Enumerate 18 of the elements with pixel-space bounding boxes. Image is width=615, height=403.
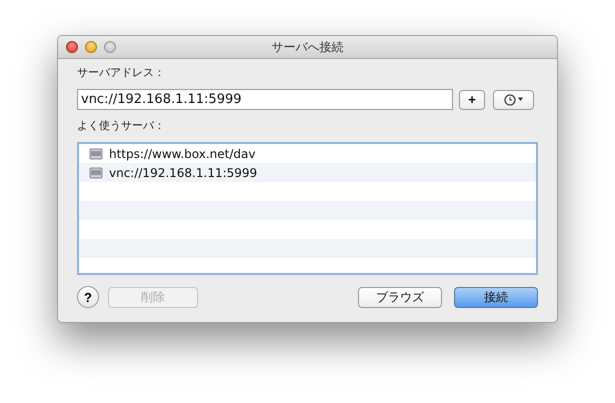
clock-icon [502,94,524,106]
close-button[interactable] [66,41,78,53]
server-list-item[interactable]: https://www.box.net/dav [79,144,536,163]
window-title: サーバへ接続 [272,38,344,56]
server-list-item[interactable]: vnc://192.168.1.11:5999 [79,163,536,182]
server-address-field[interactable]: vnc://192.168.1.11:5999 [77,89,453,110]
server-address: vnc://192.168.1.11:5999 [109,166,258,180]
dialog-button[interactable]: ブラウズ [358,286,442,308]
history-menu-button[interactable] [493,90,534,110]
add-button[interactable]: + [459,90,485,110]
server-icon [89,166,103,178]
server-icon [89,148,103,160]
dialog-button[interactable]: 接続 [454,286,538,308]
list-label: よく使うサーバ： [77,118,165,133]
server-address: https://www.box.net/dav [109,146,256,160]
minimize-button[interactable] [85,41,97,53]
help-button[interactable]: ? [77,286,99,308]
field-label: サーバアドレス： [77,65,165,80]
